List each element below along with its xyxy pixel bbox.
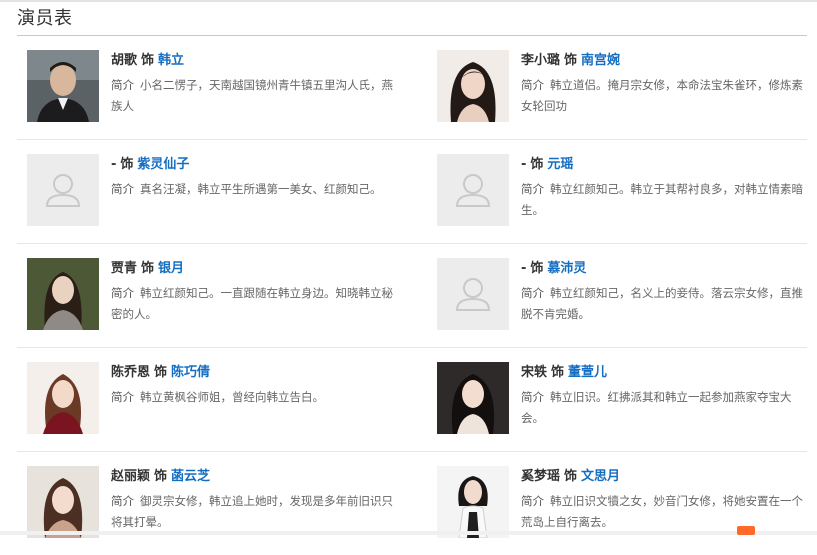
cast-name-line: 胡歌饰韩立 — [111, 52, 397, 70]
role-description: 简介 韩立红颜知己。一直跟随在韩立身边。知晓韩立秘密的人。 — [111, 283, 397, 325]
actor-photo[interactable] — [437, 50, 509, 122]
actor-photo[interactable] — [437, 362, 509, 434]
description-text: 韩立旧识。红拂派其和韩立一起参加燕家夺宝大会。 — [521, 390, 792, 425]
description-text: 韩立黄枫谷师姐，曾经向韩立告白。 — [140, 390, 324, 404]
cast-card: 李小璐饰南宫婉 简介 韩立道侣。掩月宗女修，本命法宝朱雀环，修炼素女轮回功 — [437, 50, 807, 130]
cast-name-line: 贾青饰银月 — [111, 260, 397, 278]
role-description: 简介 小名二愣子，天南越国镜州青牛镇五里沟人氏，燕族人 — [111, 75, 397, 117]
section-title: 演员表 — [17, 8, 73, 29]
role-name-link[interactable]: 南宫婉 — [581, 53, 620, 68]
cast-name-line: - 饰紫灵仙子 — [111, 156, 397, 174]
actor-name-link[interactable]: - — [521, 157, 526, 172]
bottom-scroll-edge — [0, 531, 817, 535]
cast-card: 贾青饰银月 简介 韩立红颜知己。一直跟随在韩立身边。知晓韩立秘密的人。 — [27, 258, 397, 338]
cast-card: - 饰慕沛灵 简介 韩立红颜知己，名义上的妾侍。落云宗女修，直推脱不肯完婚。 — [437, 258, 807, 338]
role-description: 简介 韩立红颜知己，名义上的妾侍。落云宗女修，直推脱不肯完婚。 — [521, 283, 807, 325]
cast-card: 陈乔恩饰陈巧倩 简介 韩立黄枫谷师姐，曾经向韩立告白。 — [27, 362, 397, 442]
description-label: 简介 — [111, 390, 134, 404]
description-label: 简介 — [521, 286, 544, 300]
role-name-link[interactable]: 韩立 — [158, 53, 184, 68]
role-description: 简介 御灵宗女修，韩立追上她时，发现是多年前旧识只将其打晕。 — [111, 491, 397, 533]
role-connector: 饰 — [120, 157, 134, 172]
actor-name-link[interactable]: 宋轶 — [521, 365, 547, 380]
role-description: 简介 韩立道侣。掩月宗女修，本命法宝朱雀环，修炼素女轮回功 — [521, 75, 807, 117]
role-connector: 饰 — [530, 261, 544, 276]
description-label: 简介 — [111, 286, 134, 300]
description-label: 简介 — [111, 182, 134, 196]
cast-name-line: - 饰慕沛灵 — [521, 260, 807, 278]
placeholder-avatar-icon[interactable] — [27, 154, 99, 226]
actor-name-link[interactable]: 赵丽颖 — [111, 469, 150, 484]
cast-name-line: 陈乔恩饰陈巧倩 — [111, 364, 397, 382]
description-text: 韩立道侣。掩月宗女修，本命法宝朱雀环，修炼素女轮回功 — [521, 78, 803, 113]
actor-name-link[interactable]: - — [111, 157, 116, 172]
role-description: 简介 韩立旧识。红拂派其和韩立一起参加燕家夺宝大会。 — [521, 387, 807, 429]
description-label: 简介 — [521, 390, 544, 404]
role-connector: 饰 — [154, 469, 168, 484]
cast-row: 胡歌饰韩立 简介 小名二愣子，天南越国镜州青牛镇五里沟人氏，燕族人 李小璐饰南宫婉 — [17, 36, 807, 140]
actor-photo[interactable] — [27, 258, 99, 330]
role-name-link[interactable]: 董萱儿 — [568, 365, 607, 380]
role-name-link[interactable]: 菡云芝 — [171, 469, 210, 484]
role-connector: 饰 — [530, 157, 544, 172]
role-connector: 饰 — [141, 53, 155, 68]
floating-badge-icon[interactable] — [737, 526, 755, 535]
role-name-link[interactable]: 文思月 — [581, 469, 620, 484]
placeholder-avatar-icon[interactable] — [437, 154, 509, 226]
cast-row: 赵丽颖饰菡云芝 简介 御灵宗女修，韩立追上她时，发现是多年前旧识只将其打晕。 奚梦… — [17, 452, 807, 555]
description-text: 真名汪凝，韩立平生所遇第一美女、红颜知己。 — [140, 182, 382, 196]
role-connector: 饰 — [564, 469, 578, 484]
actor-name-link[interactable]: 胡歌 — [111, 53, 137, 68]
cast-list: 胡歌饰韩立 简介 小名二愣子，天南越国镜州青牛镇五里沟人氏，燕族人 李小璐饰南宫婉 — [17, 36, 807, 555]
cast-card: 胡歌饰韩立 简介 小名二愣子，天南越国镜州青牛镇五里沟人氏，燕族人 — [27, 50, 397, 130]
role-description: 简介 韩立旧识文犢之女，妙音门女修，将她安置在一个荒岛上自行离去。 — [521, 491, 807, 533]
description-text: 韩立旧识文犢之女，妙音门女修，将她安置在一个荒岛上自行离去。 — [521, 494, 803, 529]
actor-name-link[interactable]: 李小璐 — [521, 53, 560, 68]
role-connector: 饰 — [141, 261, 155, 276]
role-description: 简介 韩立红颜知己。韩立于其帮衬良多，对韩立情素暗生。 — [521, 179, 807, 221]
role-name-link[interactable]: 元瑶 — [547, 157, 573, 172]
placeholder-avatar-icon[interactable] — [437, 258, 509, 330]
role-name-link[interactable]: 紫灵仙子 — [137, 157, 189, 172]
cast-name-line: 赵丽颖饰菡云芝 — [111, 468, 397, 486]
cast-name-line: 奚梦瑶饰文思月 — [521, 468, 807, 486]
actor-name-link[interactable]: 贾青 — [111, 261, 137, 276]
cast-row: 贾青饰银月 简介 韩立红颜知己。一直跟随在韩立身边。知晓韩立秘密的人。 - 饰慕沛灵… — [17, 244, 807, 348]
description-text: 御灵宗女修，韩立追上她时，发现是多年前旧识只将其打晕。 — [111, 494, 393, 529]
description-text: 韩立红颜知己，名义上的妾侍。落云宗女修，直推脱不肯完婚。 — [521, 286, 803, 321]
cast-card: 宋轶饰董萱儿 简介 韩立旧识。红拂派其和韩立一起参加燕家夺宝大会。 — [437, 362, 807, 442]
actor-photo[interactable] — [27, 50, 99, 122]
cast-name-line: - 饰元瑶 — [521, 156, 807, 174]
description-text: 小名二愣子，天南越国镜州青牛镇五里沟人氏，燕族人 — [111, 78, 393, 113]
actor-photo[interactable] — [27, 466, 99, 538]
cast-name-line: 宋轶饰董萱儿 — [521, 364, 807, 382]
description-label: 简介 — [521, 182, 544, 196]
role-connector: 饰 — [551, 365, 565, 380]
cast-name-line: 李小璐饰南宫婉 — [521, 52, 807, 70]
description-label: 简介 — [111, 78, 134, 92]
actor-photo[interactable] — [437, 466, 509, 538]
actor-name-link[interactable]: 陈乔恩 — [111, 365, 150, 380]
role-name-link[interactable]: 慕沛灵 — [547, 261, 586, 276]
description-label: 简介 — [521, 494, 544, 508]
role-name-link[interactable]: 陈巧倩 — [171, 365, 210, 380]
role-connector: 饰 — [564, 53, 578, 68]
description-text: 韩立红颜知己。韩立于其帮衬良多，对韩立情素暗生。 — [521, 182, 803, 217]
role-connector: 饰 — [154, 365, 168, 380]
top-border — [0, 0, 817, 2]
description-label: 简介 — [111, 494, 134, 508]
description-text: 韩立红颜知己。一直跟随在韩立身边。知晓韩立秘密的人。 — [111, 286, 393, 321]
description-label: 简介 — [521, 78, 544, 92]
role-description: 简介 真名汪凝，韩立平生所遇第一美女、红颜知己。 — [111, 179, 397, 200]
role-name-link[interactable]: 银月 — [158, 261, 184, 276]
actor-name-link[interactable]: 奚梦瑶 — [521, 469, 560, 484]
actor-photo[interactable] — [27, 362, 99, 434]
cast-row: - 饰紫灵仙子 简介 真名汪凝，韩立平生所遇第一美女、红颜知己。 - 饰元瑶 简介 韩立… — [17, 140, 807, 244]
cast-card: - 饰元瑶 简介 韩立红颜知己。韩立于其帮衬良多，对韩立情素暗生。 — [437, 154, 807, 234]
cast-card: - 饰紫灵仙子 简介 真名汪凝，韩立平生所遇第一美女、红颜知己。 — [27, 154, 397, 234]
actor-name-link[interactable]: - — [521, 261, 526, 276]
cast-row: 陈乔恩饰陈巧倩 简介 韩立黄枫谷师姐，曾经向韩立告白。 宋轶饰董萱儿 简介 韩立旧识… — [17, 348, 807, 452]
role-description: 简介 韩立黄枫谷师姐，曾经向韩立告白。 — [111, 387, 397, 408]
